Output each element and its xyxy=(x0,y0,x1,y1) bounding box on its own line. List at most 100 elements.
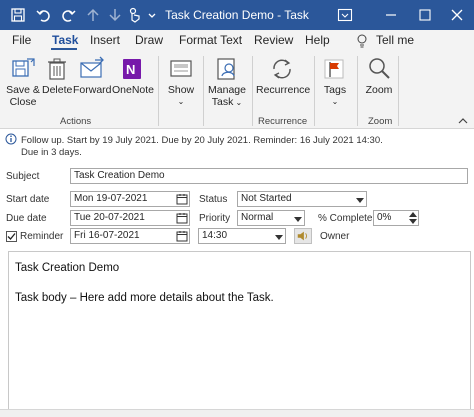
due-date-field[interactable]: Tue 20-07-2021 xyxy=(70,210,190,226)
info-icon xyxy=(5,133,17,145)
manage-task-button[interactable]: Manage Task ⌄ xyxy=(207,56,247,109)
collapse-ribbon-icon[interactable] xyxy=(458,116,468,124)
chevron-down-icon xyxy=(294,215,302,222)
horizontal-scrollbar[interactable] xyxy=(0,409,474,417)
forward-button[interactable]: Forward xyxy=(73,56,112,96)
calendar-icon[interactable] xyxy=(176,212,188,224)
reminder-time-dropdown[interactable]: 14:30 xyxy=(198,228,286,244)
manage-task-label-1: Manage xyxy=(208,84,246,96)
minimize-icon[interactable] xyxy=(382,6,400,24)
start-date-label: Start date xyxy=(6,194,50,205)
onenote-button[interactable]: N OneNote xyxy=(112,56,155,96)
tab-task[interactable]: Task xyxy=(52,33,78,47)
magnifier-icon xyxy=(366,56,392,82)
recurrence-group-label: Recurrence xyxy=(258,116,308,127)
save-close-label-2: Close xyxy=(9,96,37,108)
subject-field[interactable]: Task Creation Demo xyxy=(70,168,468,184)
active-tab-indicator xyxy=(51,48,77,50)
start-date-field[interactable]: Mon 19-07-2021 xyxy=(70,191,190,207)
onenote-icon: N xyxy=(119,56,145,82)
manage-task-icon xyxy=(214,56,240,82)
tell-me-search[interactable]: Tell me xyxy=(376,33,414,47)
calendar-icon[interactable] xyxy=(176,193,188,205)
recurrence-icon xyxy=(269,56,295,82)
percent-complete-value: 0% xyxy=(377,212,392,223)
group-divider xyxy=(158,56,159,126)
status-dropdown[interactable]: Not Started xyxy=(237,191,367,207)
status-value: Not Started xyxy=(241,193,292,204)
tab-help[interactable]: Help xyxy=(305,33,330,47)
group-divider xyxy=(314,56,315,126)
info-bar: Follow up. Start by 19 July 2021. Due by… xyxy=(0,130,474,160)
reminder-checkbox[interactable] xyxy=(6,231,17,242)
zoom-button[interactable]: Zoom xyxy=(362,56,396,96)
tab-format-text[interactable]: Format Text xyxy=(179,33,242,47)
save-close-icon xyxy=(10,56,36,82)
body-line-2: Task body – Here add more details about … xyxy=(15,292,274,304)
tab-review[interactable]: Review xyxy=(254,33,293,47)
task-body-editor[interactable]: Task Creation Demo Task body – Here add … xyxy=(8,251,471,411)
start-date-value: Mon 19-07-2021 xyxy=(74,193,148,204)
recurrence-label: Recurrence xyxy=(256,84,311,96)
title-bar: Task Creation Demo - Task xyxy=(0,0,474,30)
show-icon xyxy=(168,56,194,82)
chevron-down-icon xyxy=(356,196,364,203)
delete-label: Delete xyxy=(42,84,73,96)
svg-text:N: N xyxy=(126,62,135,77)
reminder-date-value: Fri 16-07-2021 xyxy=(74,230,140,241)
manage-task-label-2: Task xyxy=(211,96,234,108)
maximize-icon[interactable] xyxy=(416,6,434,24)
group-divider xyxy=(398,56,399,126)
percent-complete-label: % Complete xyxy=(318,213,373,224)
owner-label: Owner xyxy=(320,231,350,242)
due-date-value: Tue 20-07-2021 xyxy=(74,212,145,223)
percent-complete-spinner[interactable]: 0% xyxy=(373,210,419,226)
spinner-arrows-icon[interactable] xyxy=(409,211,417,225)
calendar-icon[interactable] xyxy=(176,230,188,242)
chevron-down-icon: ⌄ xyxy=(331,97,339,106)
close-icon[interactable] xyxy=(448,6,466,24)
chevron-down-icon: ⌄ xyxy=(233,98,243,107)
reminder-date-field[interactable]: Fri 16-07-2021 xyxy=(70,228,190,244)
tab-insert[interactable]: Insert xyxy=(90,33,120,47)
info-followup-text: Follow up. Start by 19 July 2021. Due by… xyxy=(21,135,383,146)
show-button[interactable]: Show ⌄ xyxy=(166,56,196,108)
group-divider xyxy=(357,56,358,126)
priority-label: Priority xyxy=(199,213,231,224)
priority-value: Normal xyxy=(241,212,274,223)
zoom-label: Zoom xyxy=(365,84,393,96)
body-line-1: Task Creation Demo xyxy=(15,262,120,274)
subject-label: Subject xyxy=(6,171,40,182)
window-title: Task Creation Demo - Task xyxy=(165,8,309,22)
save-close-label-1: Save & xyxy=(6,84,40,96)
actions-group-label: Actions xyxy=(60,116,92,127)
tab-draw[interactable]: Draw xyxy=(135,33,163,47)
flag-icon xyxy=(322,56,348,82)
tags-button[interactable]: Tags ⌄ xyxy=(318,56,352,108)
recurrence-button[interactable]: Recurrence xyxy=(256,56,311,96)
lightbulb-icon xyxy=(356,34,368,48)
forward-label: Forward xyxy=(73,84,112,96)
ribbon: Save & Close Delete Forward N OneNote Ac… xyxy=(0,52,474,129)
sound-icon[interactable] xyxy=(294,228,312,244)
chevron-down-icon xyxy=(275,233,283,240)
zoom-group-label: Zoom xyxy=(368,116,393,127)
due-date-label: Due date xyxy=(6,213,47,224)
forward-mail-icon xyxy=(79,56,105,82)
priority-dropdown[interactable]: Normal xyxy=(237,210,305,226)
info-due-text: Due in 3 days. xyxy=(21,147,82,158)
delete-button[interactable]: Delete xyxy=(42,56,72,96)
tags-label: Tags xyxy=(323,84,347,96)
reminder-label: Reminder xyxy=(20,231,64,242)
show-label: Show xyxy=(167,84,195,96)
trash-icon xyxy=(44,56,70,82)
group-divider xyxy=(203,56,204,126)
status-label: Status xyxy=(199,194,228,205)
group-divider xyxy=(252,56,253,126)
tab-file[interactable]: File xyxy=(12,33,31,47)
ribbon-display-options-icon[interactable] xyxy=(336,6,354,24)
onenote-label: OneNote xyxy=(112,84,155,96)
reminder-time-value: 14:30 xyxy=(202,230,228,241)
chevron-down-icon: ⌄ xyxy=(177,97,185,106)
save-close-button[interactable]: Save & Close xyxy=(4,56,42,108)
